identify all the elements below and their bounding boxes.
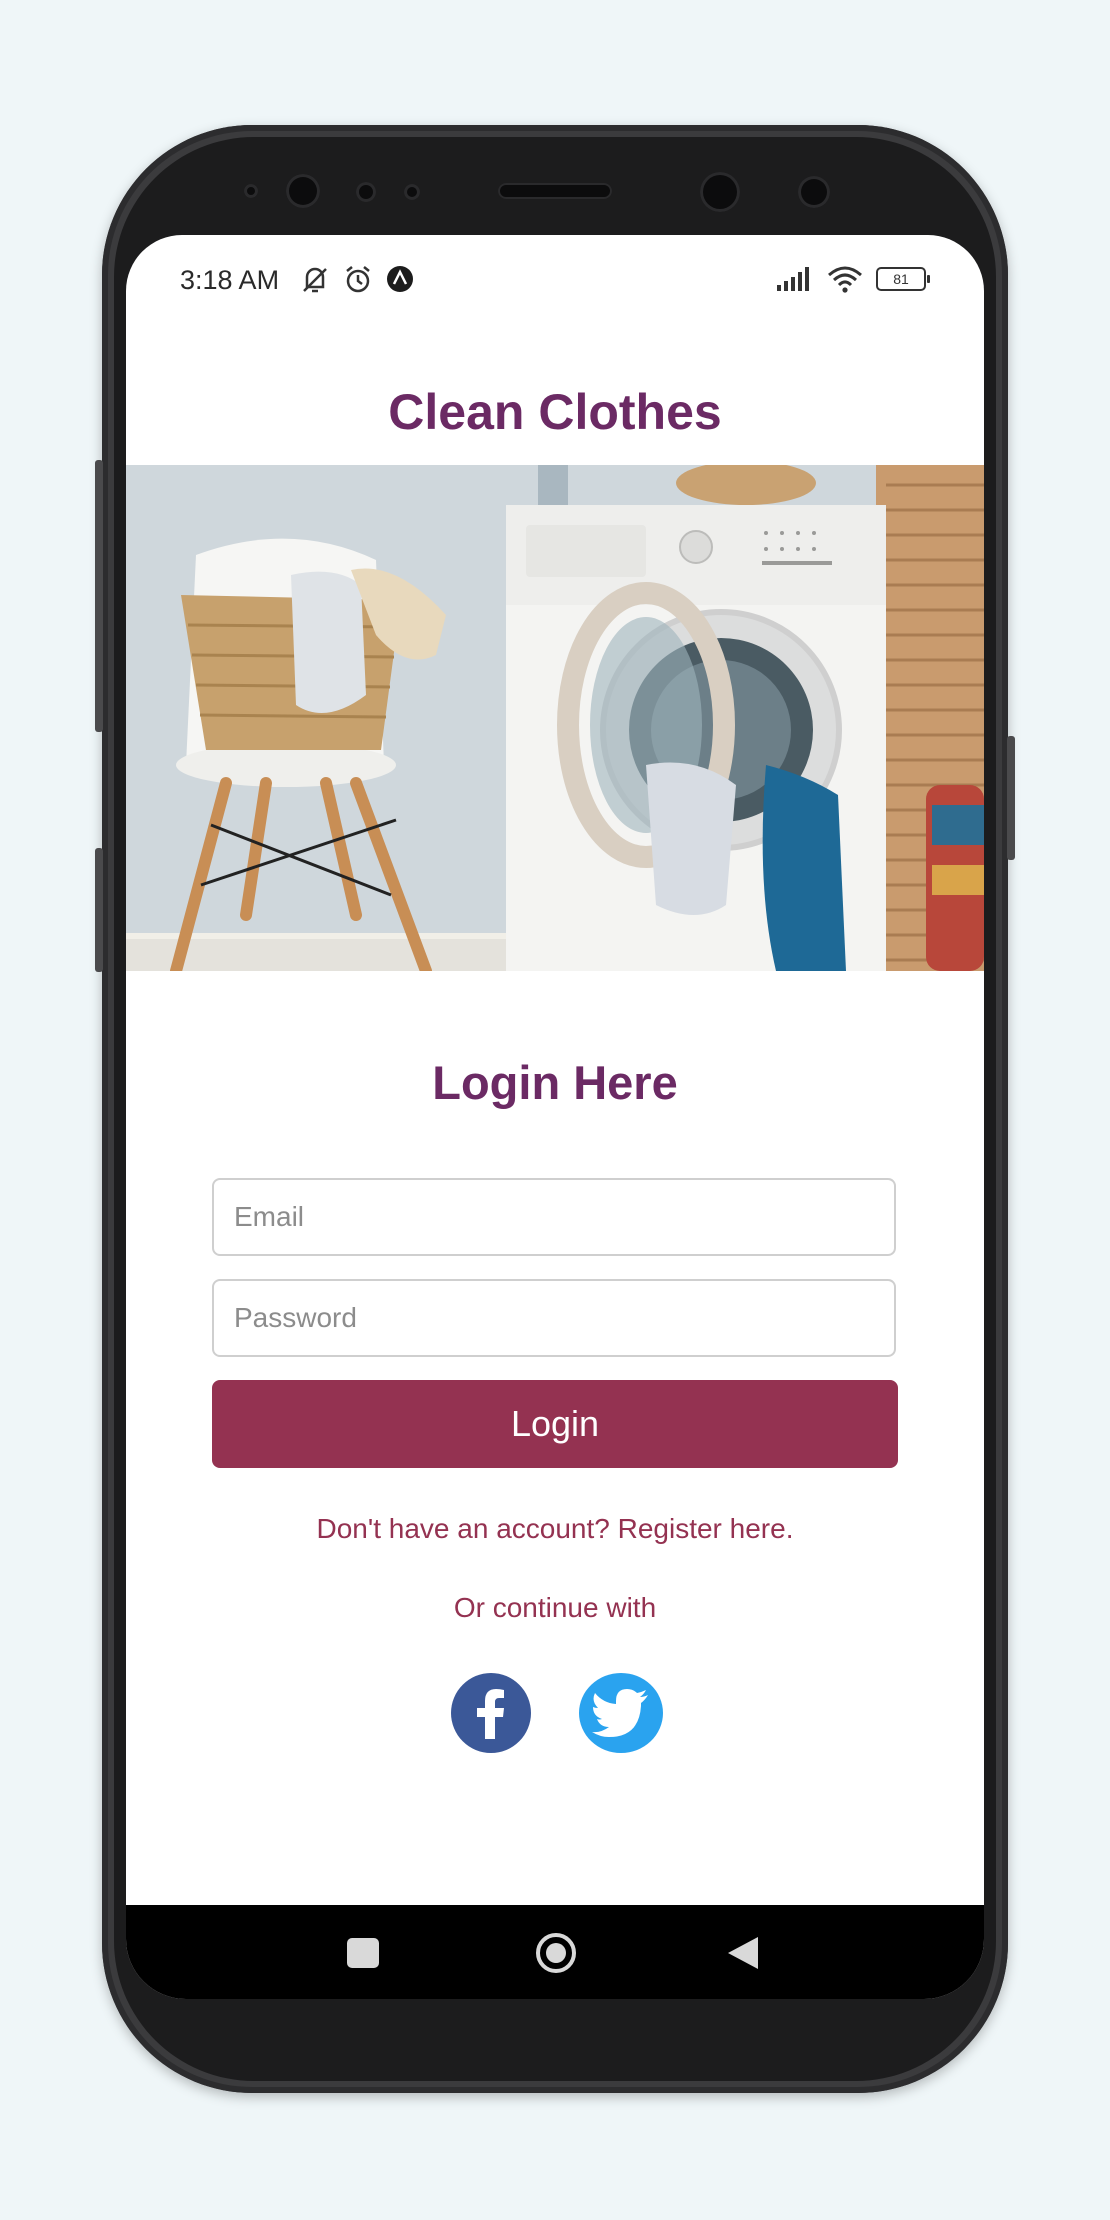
power-button xyxy=(1007,736,1015,860)
mute-icon xyxy=(303,267,327,293)
volume-down-button xyxy=(95,848,103,972)
earpiece-speaker xyxy=(498,183,612,199)
status-time: 3:18 AM xyxy=(180,265,280,295)
email-placeholder: Email xyxy=(234,1201,305,1232)
volume-up-button xyxy=(95,460,103,732)
twitter-icon xyxy=(592,1689,648,1737)
sensor-dot-icon xyxy=(798,176,830,208)
status-icons-left xyxy=(298,263,416,297)
battery-level: 81 xyxy=(893,271,909,287)
wifi-icon xyxy=(828,266,862,293)
email-field[interactable]: Email xyxy=(212,1178,896,1256)
navigation-bar xyxy=(126,1905,984,1999)
front-camera-icon xyxy=(700,172,740,212)
register-link[interactable]: Don't have an account? Register here. xyxy=(126,1513,984,1545)
sensor-dot-icon xyxy=(356,182,376,202)
password-placeholder: Password xyxy=(234,1302,357,1333)
sensor-dot-icon xyxy=(404,184,420,200)
app-title: Clean Clothes xyxy=(388,384,722,440)
front-camera-icon xyxy=(286,174,320,208)
twitter-button[interactable] xyxy=(579,1673,663,1753)
battery-icon: 81 xyxy=(876,267,930,291)
app-screen: 3:18 AM 81 Clean Clothes Login Here Emai… xyxy=(126,235,984,1999)
recents-square-icon[interactable] xyxy=(346,1937,380,1969)
alarm-icon xyxy=(346,266,370,293)
hero-image xyxy=(126,465,984,971)
facebook-button[interactable] xyxy=(451,1673,531,1753)
login-heading: Login Here xyxy=(432,1056,678,1109)
home-circle-icon[interactable] xyxy=(534,1931,578,1975)
sensor-dot-icon xyxy=(244,184,258,198)
login-button[interactable]: Login xyxy=(212,1380,898,1468)
status-bar: 3:18 AM 81 xyxy=(126,235,984,325)
notification-icon xyxy=(387,266,413,292)
laundry-illustration xyxy=(126,465,984,971)
facebook-icon xyxy=(477,1689,504,1739)
signal-icon xyxy=(777,267,809,291)
status-icons-right: 81 xyxy=(776,265,930,293)
password-field[interactable]: Password xyxy=(212,1279,896,1357)
continue-with-text: Or continue with xyxy=(453,1592,657,1623)
back-triangle-icon[interactable] xyxy=(726,1935,760,1971)
